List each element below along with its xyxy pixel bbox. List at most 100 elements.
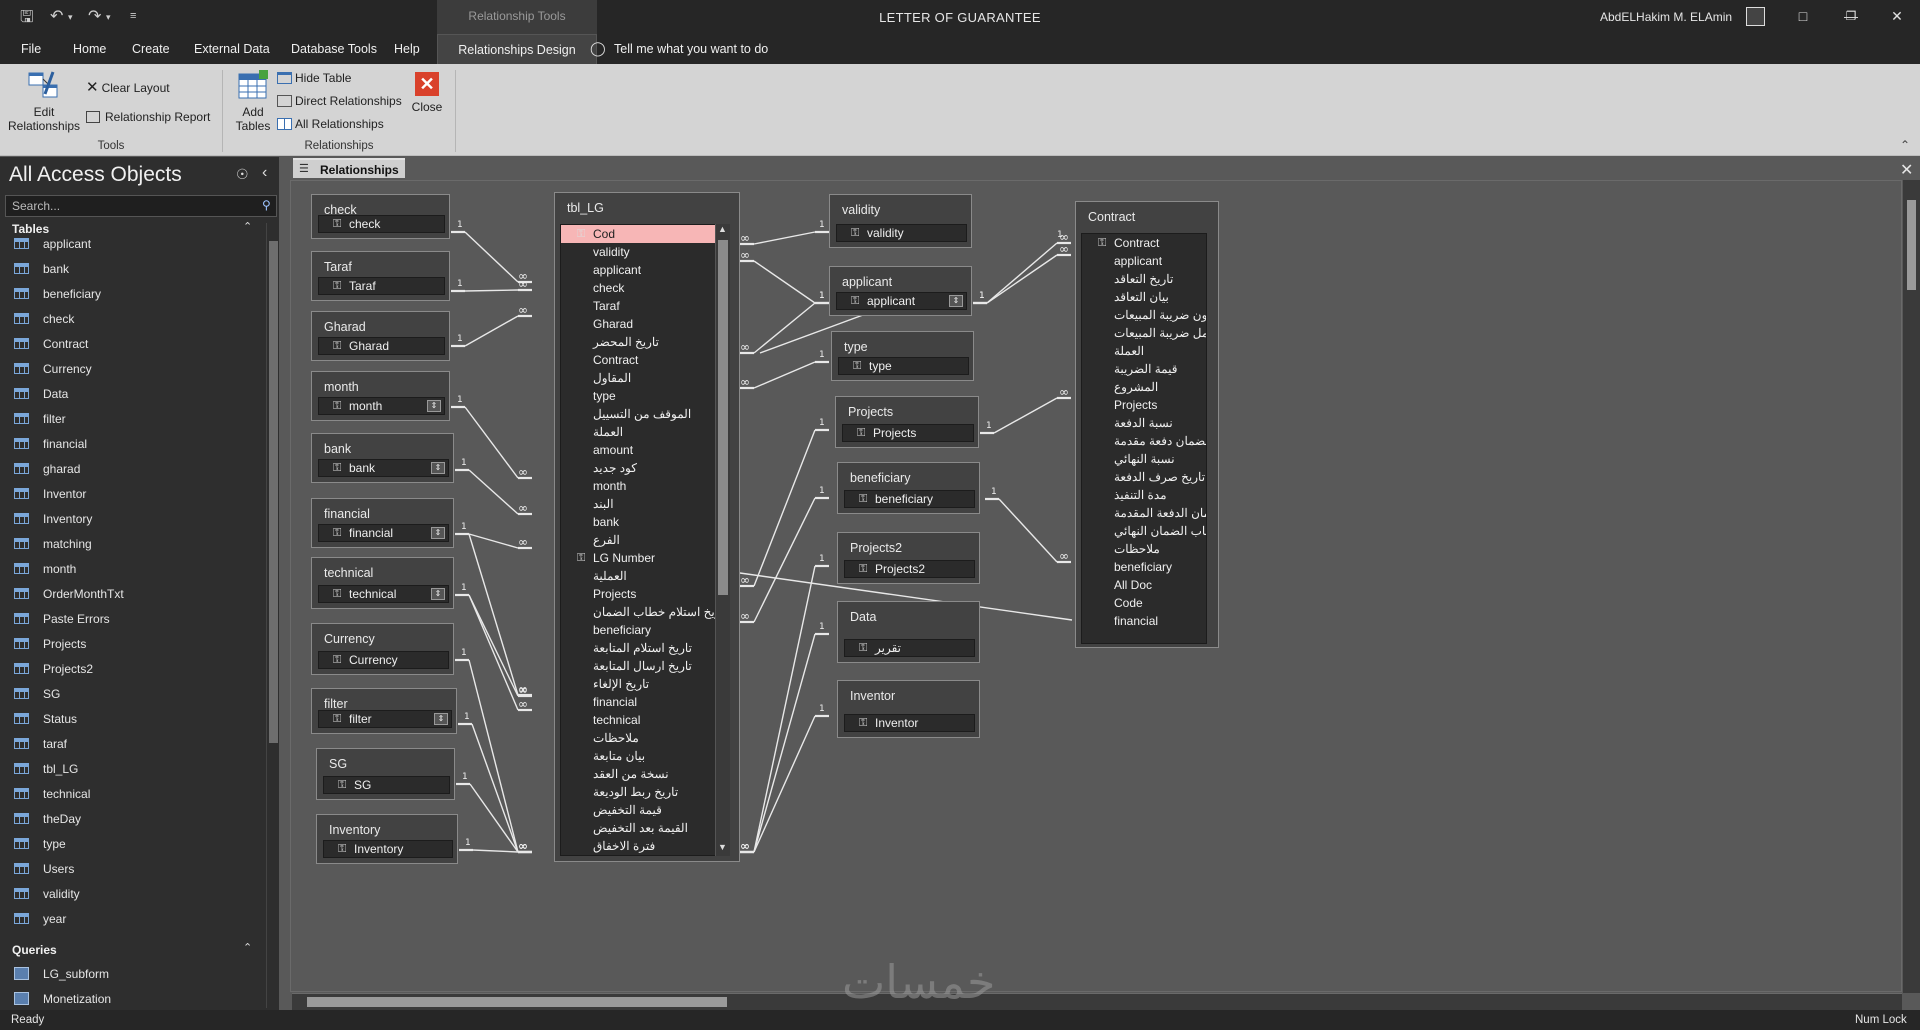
field-row[interactable]: بدون ضريبة المبيعات ) <box>1082 306 1206 324</box>
field-scroll-icon[interactable]: ⇕ <box>427 400 441 412</box>
table-field[interactable]: ⚿ type <box>838 357 969 375</box>
tab-help[interactable]: Help <box>385 34 429 64</box>
table-field[interactable]: ⚿ Gharad <box>318 337 445 355</box>
nav-table-item[interactable]: filter <box>14 407 264 431</box>
relationship-report-button[interactable]: Relationship Report <box>86 110 210 124</box>
field-row[interactable]: بيان التعاقد <box>1082 288 1206 306</box>
table-box[interactable]: applicant ⚿ applicant ⇕ <box>829 266 972 316</box>
nav-menu-chevron-icon[interactable]: ☉ <box>236 166 249 183</box>
nav-query-item[interactable]: Monetization <box>14 987 264 1011</box>
field-row[interactable]: فترة الاخفاق <box>561 837 729 855</box>
nav-table-item[interactable]: financial <box>14 432 264 456</box>
field-row[interactable]: المقاول <box>561 369 729 387</box>
nav-pane-title[interactable]: All Access Objects <box>9 163 182 187</box>
table-box-title[interactable]: Projects2 <box>850 541 902 555</box>
canvas-horizontal-thumb[interactable] <box>307 997 727 1007</box>
field-row[interactable]: البند <box>561 495 729 513</box>
table-box[interactable]: Taraf ⚿ Taraf <box>311 251 450 301</box>
field-row[interactable]: Taraf <box>561 297 729 315</box>
collapse-ribbon-icon[interactable]: ⌃ <box>1900 138 1910 152</box>
field-row[interactable]: الفرع <box>561 531 729 549</box>
tab-external-data[interactable]: External Data <box>185 34 279 64</box>
nav-table-item[interactable]: Data <box>14 382 264 406</box>
table-box-title[interactable]: beneficiary <box>850 471 910 485</box>
field-row[interactable]: القيمة بعد التخفيض <box>561 819 729 837</box>
field-row[interactable]: type <box>561 387 729 405</box>
table-box-title[interactable]: Currency <box>324 632 375 646</box>
field-scroll-icon[interactable]: ⇕ <box>434 713 448 725</box>
nav-scrollbar-thumb[interactable] <box>269 241 278 743</box>
table-field[interactable]: ⚿ filter ⇕ <box>318 710 452 728</box>
field-row[interactable]: applicant <box>561 261 729 279</box>
nav-table-item[interactable]: month <box>14 557 264 581</box>
table-field[interactable]: ⚿ Taraf <box>318 277 445 295</box>
canvas-vertical-scrollbar[interactable] <box>1903 180 1920 993</box>
redo-icon[interactable]: ↷ <box>88 6 101 26</box>
table-box[interactable]: Inventor ⚿ Inventor <box>837 680 980 738</box>
redo-dropdown-icon[interactable]: ▾ <box>106 12 111 23</box>
field-row[interactable]: الموقف من التسييل <box>561 405 729 423</box>
field-row[interactable]: خطاب الضمان النهائي <box>1082 522 1206 540</box>
nav-table-item[interactable]: technical <box>14 782 264 806</box>
tab-database-tools[interactable]: Database Tools <box>282 34 386 64</box>
field-row[interactable]: تاريخ ربط الوديعة <box>561 783 729 801</box>
field-row[interactable]: financial <box>1082 612 1206 630</box>
field-scroll-icon[interactable]: ⇕ <box>949 295 963 307</box>
tab-relationships-design[interactable]: Relationships Design <box>437 34 597 64</box>
close-document-icon[interactable]: ✕ <box>1900 160 1913 180</box>
shutter-bar-close-icon[interactable]: ‹ <box>262 164 267 182</box>
nav-table-item[interactable]: Projects <box>14 632 264 656</box>
table-box[interactable]: check ⚿ check <box>311 194 450 239</box>
table-box-title[interactable]: Contract <box>1088 210 1135 224</box>
table-box-title[interactable]: Data <box>850 610 876 624</box>
field-row[interactable]: العملة <box>561 423 729 441</box>
table-box[interactable]: month ⚿ month ⇕ <box>311 371 450 421</box>
add-tables-button[interactable]: Add Tables <box>232 70 274 133</box>
table-box-title[interactable]: month <box>324 380 359 394</box>
field-row[interactable]: قيمة التخفيض <box>561 801 729 819</box>
field-row[interactable]: bank <box>561 513 729 531</box>
field-row[interactable]: validity <box>561 243 729 261</box>
field-scroll-icon[interactable]: ⇕ <box>431 527 445 539</box>
table-field[interactable]: ⚿ Projects <box>842 424 974 442</box>
nav-table-item[interactable]: Currency <box>14 357 264 381</box>
table-box-title[interactable]: Gharad <box>324 320 366 334</box>
restore-icon[interactable]: ❐ <box>1828 0 1874 32</box>
field-row[interactable]: العملة <box>1082 342 1206 360</box>
field-row[interactable]: ملاحظات <box>1082 540 1206 558</box>
field-row[interactable]: month <box>561 477 729 495</box>
tell-me-search[interactable]: Tell me what you want to do <box>614 34 768 64</box>
table-field[interactable]: ⚿ applicant ⇕ <box>836 292 967 310</box>
table-box-title[interactable]: type <box>844 340 868 354</box>
table-box-title[interactable]: financial <box>324 507 370 521</box>
field-row[interactable]: Code <box>1082 594 1206 612</box>
nav-table-item[interactable]: type <box>14 832 264 856</box>
table-box-title[interactable]: Inventory <box>329 823 380 837</box>
nav-table-item[interactable]: Status <box>14 707 264 731</box>
table-box[interactable]: validity ⚿ validity <box>829 194 972 248</box>
hide-table-button[interactable]: Hide Table <box>277 71 351 85</box>
table-field[interactable]: ⚿ check <box>318 215 445 233</box>
field-row[interactable]: Contract <box>561 351 729 369</box>
table-box-title[interactable]: tbl_LG <box>567 201 604 215</box>
nav-table-item[interactable]: beneficiary <box>14 282 264 306</box>
save-icon[interactable]: 🖫 <box>20 6 34 33</box>
table-box[interactable]: Gharad ⚿ Gharad <box>311 311 450 361</box>
table-box[interactable]: beneficiary ⚿ beneficiary <box>837 462 980 514</box>
undo-icon[interactable]: ↶ <box>50 6 63 26</box>
field-scroll-icon[interactable]: ⇕ <box>431 462 445 474</box>
table-box-large[interactable]: tbl_LG ⚿ Cod validity applicant check Taraf Gha… <box>554 192 740 862</box>
nav-table-item[interactable]: Paste Errors <box>14 607 264 631</box>
nav-table-item[interactable]: Projects2 <box>14 657 264 681</box>
nav-table-item[interactable]: year <box>14 907 264 931</box>
field-list[interactable]: ⚿ Cod validity applicant check Taraf Gharad تار… <box>560 224 730 856</box>
tab-file[interactable]: File <box>12 34 50 64</box>
nav-table-item[interactable]: matching <box>14 532 264 556</box>
nav-table-item[interactable]: check <box>14 307 264 331</box>
table-box[interactable]: Currency ⚿ Currency <box>311 623 454 675</box>
table-box-large[interactable]: Contract ⚿ Contract applicant تاريخ التعاقد ب… <box>1075 201 1219 648</box>
collapse-queries-icon[interactable]: ⌃ <box>243 941 252 954</box>
table-field[interactable]: ⚿ bank ⇕ <box>318 459 449 477</box>
table-box-title[interactable]: validity <box>842 203 880 217</box>
table-box[interactable]: Projects ⚿ Projects <box>835 396 979 448</box>
